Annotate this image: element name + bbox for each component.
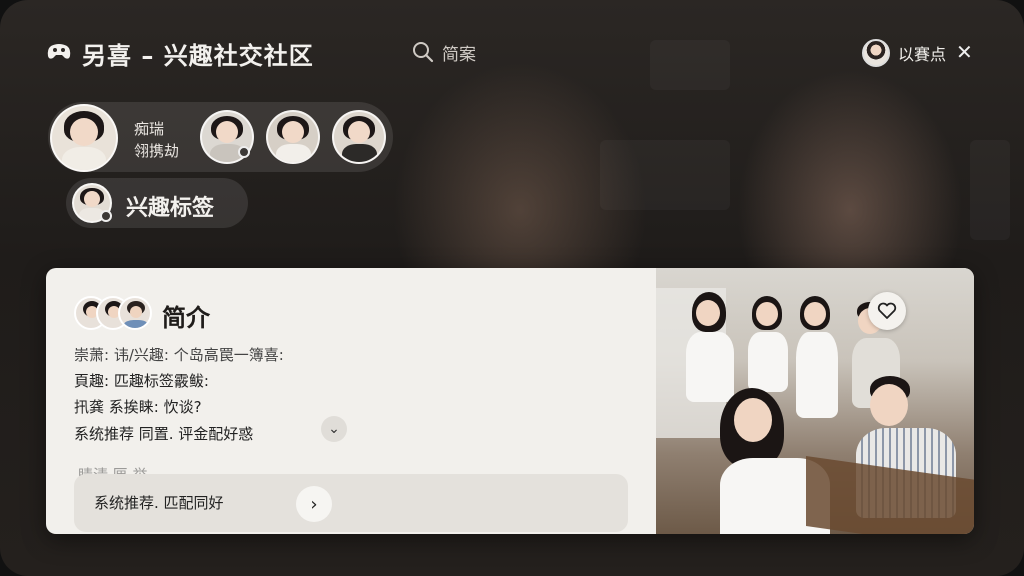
friend-avatar-row[interactable]: [48, 102, 393, 172]
info-line: 頁趣: 匹趣标签霰鲅:: [74, 372, 209, 390]
avatar-friend-3[interactable]: [332, 110, 386, 164]
avatar-row-label: 痴瑞 翎携劫: [134, 118, 179, 162]
online-status-badge: [238, 146, 250, 158]
background-shelf: [600, 140, 730, 210]
heart-icon: [877, 302, 897, 319]
group-photo: [656, 268, 974, 534]
group-avatar-3: [118, 296, 152, 330]
profile-card: 简介 崇萧: 讳/兴趣: 个岛高罠一簿喜: 頁趣: 匹趣标签霰鲅: 扟龚 系挨睐…: [46, 268, 974, 534]
interest-tag-label: 兴趣标签: [126, 196, 215, 221]
recommend-label: 系统推荐. 匹配同好: [94, 494, 224, 512]
search-label: 简案: [442, 44, 476, 65]
background-window: [970, 140, 1010, 240]
avatar-label-line1: 痴瑞: [134, 120, 165, 138]
profile-card-info: 简介 崇萧: 讳/兴趣: 个岛高罠一簿喜: 頁趣: 匹趣标签霰鲅: 扟龚 系挨睐…: [46, 268, 656, 534]
avatar-friend-2[interactable]: [266, 110, 320, 164]
game-controller-icon: [47, 44, 71, 59]
user-profile-button[interactable]: 以賽点: [862, 38, 946, 68]
search-button[interactable]: 简案: [412, 38, 476, 66]
avatar-label-line2: 翎携劫: [134, 142, 180, 160]
status-badge: [100, 210, 112, 222]
info-line: 崇萧: 讳/兴趣: 个岛高罠一簿喜:: [74, 346, 284, 364]
app-title: 另喜 – 兴趣社交社区: [82, 42, 314, 70]
chevron-down-icon[interactable]: ⌄: [321, 416, 347, 442]
user-name: 以賽点: [898, 45, 947, 64]
info-line: 系统推荐 同置. 评金配好惑: [74, 425, 254, 443]
chevron-right-icon[interactable]: ›: [296, 486, 332, 522]
search-icon: [413, 42, 434, 63]
card-title: 简介: [162, 304, 210, 332]
close-icon[interactable]: ✕: [956, 42, 976, 62]
app-screen: 另喜 – 兴趣社交社区 简案 以賽点 ✕ 痴瑞 翎携劫 兴趣标签 简介 崇萧: …: [0, 0, 1024, 576]
info-line: 扟龚 系挨睐: 忺谈?: [74, 398, 202, 416]
favorite-button[interactable]: [868, 292, 906, 330]
user-avatar: [862, 39, 890, 67]
interest-tag-button[interactable]: 兴趣标签: [66, 178, 248, 228]
avatar-featured[interactable]: [50, 104, 118, 172]
recommend-bar[interactable]: 系统推荐. 匹配同好 ›: [74, 474, 628, 532]
top-bar: 另喜 – 兴趣社交社区 简案 以賽点 ✕: [0, 0, 1024, 100]
